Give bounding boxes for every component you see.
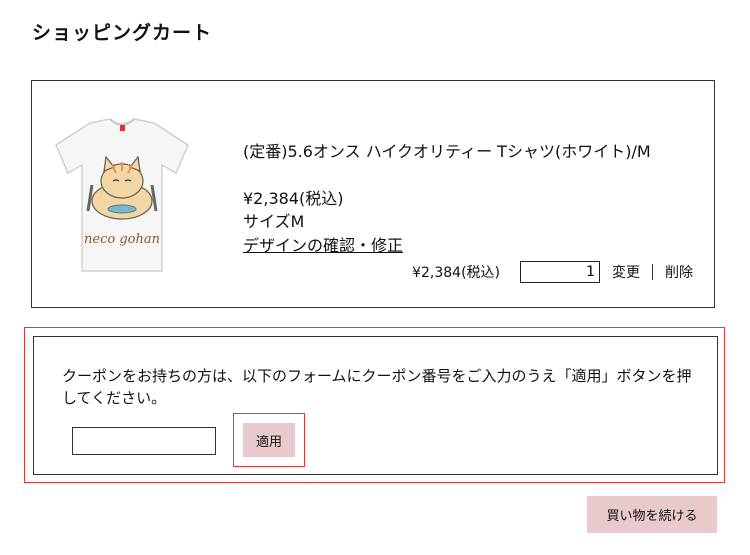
product-name[interactable]: (定番)5.6オンス ハイクオリティー Tシャツ(ホワイト)/M <box>243 138 651 162</box>
product-image-caption: neco gohan <box>84 232 160 247</box>
product-price: ¥2,384(税込) <box>243 189 344 208</box>
quantity-input[interactable] <box>520 261 600 283</box>
link-divider <box>652 264 653 280</box>
change-link[interactable]: 変更 <box>612 262 640 282</box>
coupon-box: クーポンをお持ちの方は、以下のフォームにクーポン番号をご入力のうえ「適用」ボタン… <box>33 336 718 475</box>
cart-item-box: neco gohan (定番)5.6オンス ハイクオリティー Tシャツ(ホワイト… <box>31 80 715 308</box>
page-title: ショッピングカート <box>32 22 213 44</box>
line-price: ¥2,384(税込) <box>412 265 500 281</box>
coupon-instruction: クーポンをお持ちの方は、以下のフォームにクーポン番号をご入力のうえ「適用」ボタン… <box>62 367 692 407</box>
coupon-section: クーポンをお持ちの方は、以下のフォームにクーポン番号をご入力のうえ「適用」ボタン… <box>24 327 725 483</box>
design-edit-link[interactable]: デザインの確認・修正 <box>243 232 403 256</box>
product-size: サイズM <box>243 212 305 231</box>
delete-link[interactable]: 削除 <box>665 262 693 282</box>
continue-shopping-button[interactable]: 買い物を続ける <box>587 496 717 533</box>
coupon-code-input[interactable] <box>72 427 216 455</box>
line-item-row: ¥2,384(税込) 変更 削除 <box>412 261 693 283</box>
apply-button-highlight: 適用 <box>233 413 305 467</box>
product-image[interactable]: neco gohan <box>52 115 192 275</box>
apply-button[interactable]: 適用 <box>243 423 295 457</box>
